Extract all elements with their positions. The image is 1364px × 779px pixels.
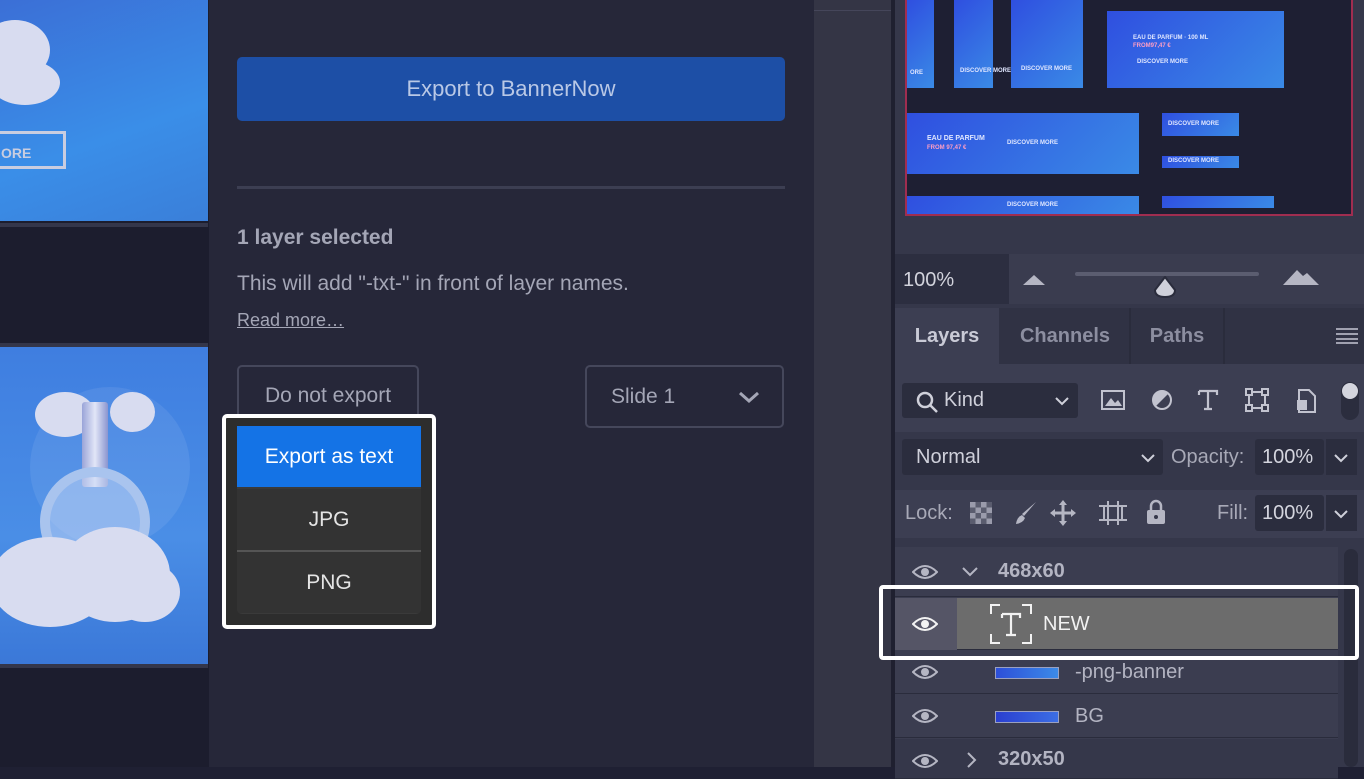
layer-row[interactable]: BG <box>895 694 1338 738</box>
chevron-right-icon[interactable] <box>965 751 979 774</box>
fill-dropdown-button[interactable] <box>1326 495 1357 531</box>
banner-preview-bottom <box>0 347 208 664</box>
lock-artboard-icon[interactable] <box>1098 499 1128 532</box>
lock-all-icon[interactable] <box>1145 499 1167 530</box>
chevron-down-icon <box>1140 439 1156 487</box>
export-panel: Export to BannerNow 1 layer selected Thi… <box>209 0 814 767</box>
tab-channels[interactable]: Channels <box>1001 308 1131 364</box>
read-more-link[interactable]: Read more… <box>237 310 344 331</box>
export-description: This will add "-txt-" in front of layer … <box>237 272 629 295</box>
layer-thumbnail <box>995 711 1059 723</box>
lock-paint-icon[interactable] <box>1014 500 1038 531</box>
lock-transparent-icon[interactable] <box>970 502 992 529</box>
zoom-out-mountain-icon[interactable] <box>1023 273 1045 292</box>
type-filter-icon[interactable] <box>1197 388 1219 417</box>
smart-object-filter-icon[interactable] <box>1295 388 1317 419</box>
filter-kind-dropdown[interactable]: Kind <box>902 383 1078 418</box>
menu-item-jpg[interactable]: JPG <box>237 489 421 550</box>
lock-move-icon[interactable] <box>1049 499 1077 532</box>
document-canvas[interactable]: ORE <box>0 0 209 767</box>
zoom-in-mountain-icon[interactable] <box>1283 267 1319 292</box>
chevron-down-icon <box>1326 510 1357 535</box>
menu-item-png[interactable]: PNG <box>237 552 421 613</box>
layer-group-row[interactable]: 320x50 <box>895 739 1338 779</box>
chevron-down-icon[interactable] <box>961 565 979 584</box>
adjustment-filter-icon[interactable] <box>1151 389 1173 416</box>
panel-menu-icon[interactable] <box>1336 328 1358 349</box>
zoom-slider-handle[interactable] <box>1153 275 1177 303</box>
banner-discover-button: ORE <box>0 131 66 169</box>
chevron-down-icon <box>1054 383 1070 430</box>
layer-name: 468x60 <box>998 560 1065 582</box>
selected-layer-highlight <box>879 585 1359 660</box>
layer-name: 320x50 <box>998 748 1065 770</box>
eye-icon[interactable] <box>911 753 939 774</box>
zoom-level-field[interactable]: 100% <box>895 254 1009 304</box>
image-filter-icon[interactable] <box>1101 389 1125 416</box>
layer-name: -png-banner <box>1075 661 1184 683</box>
blend-mode-dropdown[interactable]: Normal <box>902 439 1163 475</box>
eye-icon[interactable] <box>911 708 939 729</box>
navigator-preview[interactable]: ORE DISCOVER MORE DISCOVER MORE EAU DE P… <box>905 0 1353 216</box>
shape-filter-icon[interactable] <box>1245 388 1269 417</box>
search-icon <box>916 390 938 425</box>
slide-dropdown-value: Slide 1 <box>611 385 676 408</box>
divider <box>237 186 785 189</box>
layer-thumbnail <box>995 667 1059 679</box>
opacity-label: Opacity: <box>1171 446 1245 468</box>
filter-toggle[interactable] <box>1341 382 1359 420</box>
opacity-field[interactable]: 100% <box>1255 439 1324 475</box>
slide-dropdown[interactable]: Slide 1 <box>585 365 784 428</box>
filter-kind-label: Kind <box>944 389 985 411</box>
tab-paths[interactable]: Paths <box>1131 308 1225 364</box>
tab-layers[interactable]: Layers <box>895 308 999 364</box>
menu-item-export-as-text[interactable]: Export as text <box>237 426 421 487</box>
lock-label: Lock: <box>905 502 953 524</box>
export-to-bannernow-button[interactable]: Export to BannerNow <box>237 57 785 121</box>
eye-icon[interactable] <box>911 564 939 585</box>
fill-field[interactable]: 100% <box>1255 495 1324 531</box>
eye-icon[interactable] <box>911 664 939 685</box>
layers-tabs: Layers Channels Paths <box>895 308 1364 364</box>
banner-preview-top: ORE <box>0 0 208 221</box>
selection-heading: 1 layer selected <box>237 226 394 249</box>
chevron-down-icon <box>1326 454 1357 479</box>
chevron-down-icon <box>738 367 760 451</box>
export-options-menu: Export as text JPG PNG <box>237 426 421 614</box>
fill-label: Fill: <box>1217 502 1249 524</box>
layer-name: BG <box>1075 705 1104 727</box>
opacity-dropdown-button[interactable] <box>1326 439 1357 475</box>
blend-mode-value: Normal <box>916 446 981 468</box>
